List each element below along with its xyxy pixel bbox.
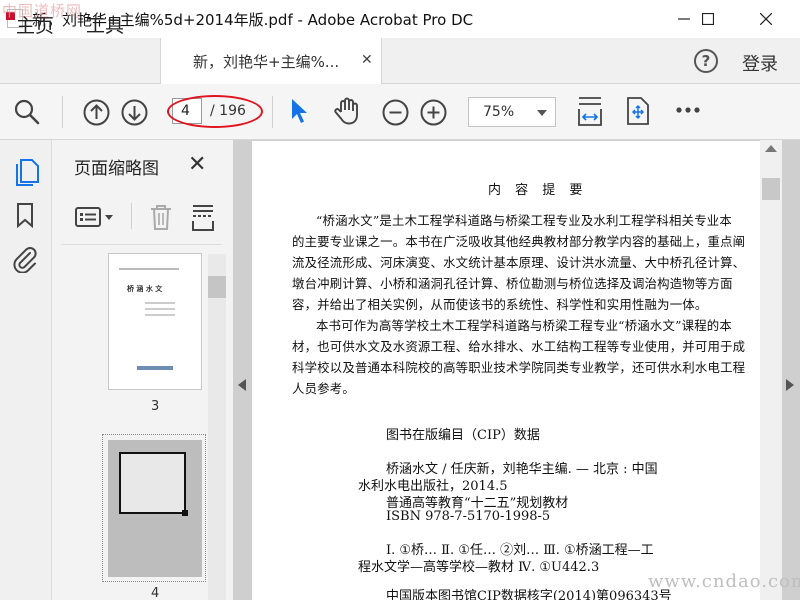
page-text-line: 本书可作为高等学校土木工程学科道路与桥梁工程专业“桥涵水文”课程的本 bbox=[316, 318, 732, 333]
chevron-down-icon bbox=[537, 110, 547, 116]
panel-scrollbar-thumb[interactable] bbox=[208, 276, 226, 298]
expand-right-panel-icon[interactable] bbox=[786, 379, 794, 391]
panel-separator bbox=[131, 203, 132, 229]
cip-line: 中国版本图书馆CIP数据核字(2014)第096343号 bbox=[386, 589, 672, 600]
trash-icon[interactable] bbox=[148, 203, 174, 231]
toolbar-separator bbox=[272, 96, 273, 128]
page-down-icon[interactable] bbox=[121, 99, 148, 126]
panel-divider bbox=[62, 244, 222, 245]
close-icon bbox=[760, 13, 772, 25]
page-text-line: “桥涵水文”是土木工程学科道路与桥梁工程专业及水利工程学科相关专业本 bbox=[316, 213, 732, 228]
attachment-icon[interactable] bbox=[11, 245, 39, 273]
page-text-line: 容，并给出了相关实例，从而使该书的系统性、科学性和实用性融为一体。 bbox=[292, 297, 708, 312]
zoom-out-icon[interactable] bbox=[382, 99, 409, 126]
page-text-line: 科学校以及普通本科院校的高等职业技术学院同类专业教学，还可供水利水电工程 bbox=[292, 360, 746, 375]
cover-publisher-logo bbox=[137, 366, 173, 370]
cip-line: ISBN 978-7-5170-1998-5 bbox=[386, 509, 551, 524]
cover-series-line bbox=[119, 268, 179, 270]
page-text-line: 材，也可供水文及水资源工程、给水排水、水工结构工程等专业使用，并可用于成 bbox=[292, 339, 746, 354]
panel-title: 页面缩略图 bbox=[74, 159, 159, 179]
cover-title: 桥 涵 水 文 bbox=[127, 285, 163, 293]
menu-tools[interactable]: 工具 bbox=[86, 11, 124, 38]
maximize-icon bbox=[702, 13, 714, 25]
hand-tool-icon[interactable] bbox=[332, 96, 362, 126]
select-arrow-icon[interactable] bbox=[289, 97, 309, 125]
document-scrollbar[interactable] bbox=[760, 140, 782, 600]
thumbnail-label: 3 bbox=[151, 399, 160, 414]
cip-line: 程水文学—高等学校—教材 Ⅳ. ①U442.3 bbox=[358, 560, 600, 575]
cover-author-line bbox=[145, 302, 175, 304]
viewport-resize-handle[interactable] bbox=[182, 510, 188, 516]
page-text-line: 墩台冲刷计算、小桥和涵洞孔径计算、桥位勘测与桥位选择及调治构造物等方面 bbox=[292, 276, 733, 291]
panel-scrollbar[interactable] bbox=[208, 254, 226, 600]
document-scrollbar-thumb[interactable] bbox=[762, 178, 780, 200]
more-icon[interactable] bbox=[676, 106, 700, 114]
thumbnail-viewport-box[interactable] bbox=[119, 452, 186, 514]
fit-page-icon[interactable] bbox=[624, 96, 652, 126]
zoom-value: 75% bbox=[483, 104, 515, 120]
fit-width-icon[interactable] bbox=[576, 95, 604, 127]
cover-author-line bbox=[145, 308, 175, 310]
close-window-button[interactable] bbox=[742, 0, 790, 38]
cip-title: 图书在版编目（CIP）数据 bbox=[386, 428, 540, 443]
close-panel-icon[interactable]: ✕ bbox=[188, 152, 206, 177]
login-button[interactable]: 登录 bbox=[742, 50, 778, 76]
zoom-in-icon[interactable] bbox=[420, 99, 447, 126]
maximize-button[interactable] bbox=[684, 0, 732, 38]
document-tab-label: 新，刘艳华+主编%... bbox=[193, 53, 340, 71]
page-text-line: 的主要专业课之一。本书在广泛吸收其他经典教材部分教学内容的基础上，重点阐 bbox=[292, 234, 746, 249]
scroll-up-icon[interactable] bbox=[765, 145, 777, 152]
close-tab-icon[interactable]: ✕ bbox=[361, 52, 373, 68]
thumbnail-label: 4 bbox=[151, 586, 160, 601]
zoom-select[interactable]: 75% bbox=[468, 97, 556, 127]
page-heading: 内 容 提 要 bbox=[488, 183, 588, 198]
bookmark-icon[interactable] bbox=[15, 202, 35, 228]
thumbnails-icon[interactable] bbox=[12, 156, 40, 186]
collapse-panel-icon[interactable] bbox=[238, 379, 246, 391]
menu-bar bbox=[0, 38, 800, 84]
options-menu-icon[interactable] bbox=[74, 204, 116, 230]
search-icon[interactable] bbox=[14, 99, 40, 125]
cover-author-line bbox=[145, 314, 175, 316]
page-up-icon[interactable] bbox=[83, 99, 110, 126]
page-text-line: 人员参考。 bbox=[292, 381, 355, 396]
thumbnail-page-3[interactable]: 桥 涵 水 文 bbox=[108, 253, 202, 390]
watermark-bottom-right: www.cndao.com bbox=[648, 571, 800, 592]
menu-home[interactable]: 主页 bbox=[16, 11, 54, 38]
pdf-page: 内 容 提 要 “桥涵水文”是土木工程学科道路与桥梁工程专业及水利工程学科相关专… bbox=[252, 141, 760, 600]
insert-page-icon[interactable] bbox=[190, 203, 216, 231]
page-text-line: 流及径流形成、河床演变、水文统计基本原理、设计洪水流量、大中桥孔径计算、 bbox=[292, 255, 746, 270]
help-icon[interactable]: ? bbox=[694, 49, 718, 73]
document-tab[interactable]: 新，刘艳华+主编%... ✕ bbox=[160, 38, 382, 84]
toolbar-separator bbox=[62, 96, 63, 128]
red-annotation-ellipse bbox=[167, 95, 263, 128]
